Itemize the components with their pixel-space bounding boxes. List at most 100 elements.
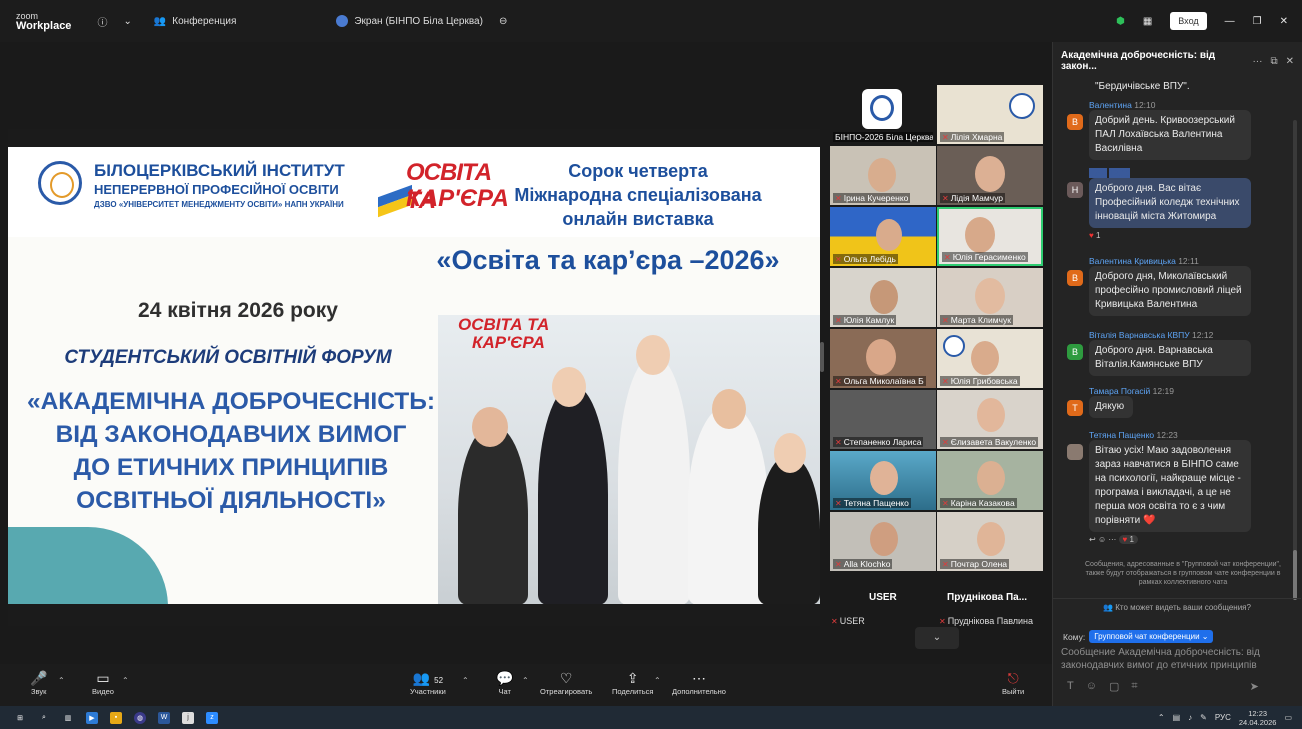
gallery-scroll-down-button[interactable]: ⌄ xyxy=(915,627,959,649)
video-tile[interactable]: ✕ Лідія Мамчур xyxy=(937,146,1043,205)
screenshot-icon[interactable]: ⌗ xyxy=(1131,680,1137,693)
zoom-app-icon[interactable]: z xyxy=(206,711,218,724)
user-tile-name[interactable]: ✕ USER xyxy=(831,616,865,626)
avatar: В xyxy=(1067,344,1083,360)
photos-app-icon[interactable]: ▪ xyxy=(110,711,122,724)
video-tile[interactable]: ✕ Ольга Миколаївна Б xyxy=(830,329,936,388)
video-tile[interactable]: ✕ Почтар Олена xyxy=(937,512,1043,571)
user-tile-name[interactable]: ✕ Пруднікова Павлина xyxy=(939,616,1033,626)
video-gallery: БІНПО-2026 Біла Церква ✕ Лілія Хмарна ✕ Ір… xyxy=(827,42,1052,664)
pen-icon[interactable]: ✎ xyxy=(1200,713,1207,722)
scrollbar-thumb[interactable] xyxy=(1293,550,1297,600)
chat-message-input[interactable]: Сообщение Академічна доброчесність: від … xyxy=(1061,646,1293,672)
chat-message[interactable]: Тетяна Пащенко 12:23 Вітаю усіх! Маю зад… xyxy=(1061,430,1291,544)
clock[interactable]: 12:23 24.04.2026 xyxy=(1239,709,1277,727)
video-tile[interactable]: ✕ Єлизавета Вакуленко xyxy=(937,390,1043,449)
logo-circle xyxy=(943,335,965,357)
mic-off-icon: ✕ xyxy=(835,377,842,386)
chat-scrollbar[interactable] xyxy=(1293,120,1297,600)
video-tile[interactable]: ✕ Ольга Лебідь xyxy=(830,207,936,266)
expo-line1: Сорок четверта xyxy=(568,161,708,181)
who-sees-link[interactable]: 👥 Кто может видеть ваши сообщения? xyxy=(1053,598,1301,612)
reaction[interactable]: ♥ 1 xyxy=(1118,535,1138,544)
chat-message[interactable]: Валентина Кривицька 12:11 В Доброго дня,… xyxy=(1061,256,1291,316)
browser-app-icon[interactable]: ◍ xyxy=(134,711,146,724)
video-tile[interactable]: ✕ Степаненко Лариса xyxy=(830,390,936,449)
message-actions[interactable]: ↩ ☺ ··· ♥ 1 xyxy=(1089,535,1291,544)
close-icon[interactable]: ✕ xyxy=(1286,56,1294,67)
chat-message[interactable]: Валентина 12:10 В Добрий день. Кривоозер… xyxy=(1061,100,1291,160)
video-tile[interactable]: ✕ Тетяна Пащенко xyxy=(830,451,936,510)
video-tile[interactable]: ✕ Каріна Казакова xyxy=(937,451,1043,510)
network-icon[interactable]: ▤ xyxy=(1173,713,1181,722)
shield-icon[interactable]: ⬢ xyxy=(1116,16,1125,27)
audio-button[interactable]: 🎤 Звук xyxy=(30,670,47,696)
more-button[interactable]: ⋯ Дополнительно xyxy=(672,670,726,696)
chat-button[interactable]: 💬 Чат xyxy=(496,670,513,696)
video-tile[interactable]: ✕ Юлія Камлук xyxy=(830,268,936,327)
reaction[interactable]: ♥ 1 xyxy=(1089,231,1291,240)
notes-app-icon[interactable]: j xyxy=(182,711,194,724)
video-tile[interactable]: ✕ Alla Klochko xyxy=(830,512,936,571)
popout-icon[interactable]: ⧉ xyxy=(1270,56,1277,67)
video-tile[interactable]: ✕ Ірина Кучеренко xyxy=(830,146,936,205)
avatar: В xyxy=(1067,270,1083,286)
video-tile[interactable]: БІНПО-2026 Біла Церква xyxy=(830,85,936,144)
react-button[interactable]: ♡ Отреагировать xyxy=(540,670,592,696)
chat-options-caret[interactable]: ⌃ xyxy=(522,676,529,685)
volume-icon[interactable]: ♪ xyxy=(1188,713,1192,722)
chevron-up-icon[interactable]: ⌃ xyxy=(1158,713,1165,722)
maximize-icon[interactable]: ❐ xyxy=(1253,16,1262,27)
notifications-icon[interactable]: ▭ xyxy=(1284,713,1292,722)
chat-message[interactable]: ПАЛ 12:10 Н Доброго дня. Вас вітає Профе… xyxy=(1061,168,1291,240)
send-icon[interactable]: ➤ xyxy=(1250,680,1259,693)
more-options-icon[interactable]: ⊖ xyxy=(499,16,507,27)
video-options-caret[interactable]: ⌃ xyxy=(122,676,129,685)
shared-screen-area: БІЛОЦЕРКІВСЬКИЙ ІНСТИТУТ НЕПЕРЕРВНОЇ ПРО… xyxy=(0,42,827,664)
info-button[interactable]: ⓘ ⌄ xyxy=(97,14,131,29)
video-tile[interactable]: ✕ Юлія Грибовська xyxy=(937,329,1043,388)
emoji-icon[interactable]: ☺ xyxy=(1098,535,1106,544)
screen-tab[interactable]: Экран (БІНПО Біла Церква) ⊖ xyxy=(336,15,507,27)
meeting-toolbar: 🎤 Звук ⌃ ▭ Видео ⌃ 👥 52 Участники ⌃ 💬 Ча… xyxy=(0,664,1052,706)
task-view-icon[interactable]: ▥ xyxy=(62,712,74,724)
recipient-dropdown[interactable]: Групповой чат конференции ⌄ xyxy=(1089,630,1214,643)
text-format-icon[interactable]: T xyxy=(1067,680,1074,693)
chat-message[interactable]: "Бердичівське ВПУ". xyxy=(1061,80,1291,98)
participants-options-caret[interactable]: ⌃ xyxy=(462,676,469,685)
view-icon[interactable]: ▦ xyxy=(1143,16,1152,27)
reply-icon[interactable]: ↩ xyxy=(1089,535,1096,544)
video-tile[interactable]: ✕ Лілія Хмарна xyxy=(937,85,1043,144)
audio-options-caret[interactable]: ⌃ xyxy=(58,676,65,685)
chat-message[interactable]: Віталія Варнавська КВПУ 12:12 В Доброго … xyxy=(1061,330,1291,376)
search-icon[interactable]: ⌕ xyxy=(38,712,50,724)
chat-message[interactable]: Тамара Погасій 12:19 Т Дякую xyxy=(1061,386,1291,418)
video-button[interactable]: ▭ Видео xyxy=(92,670,114,696)
share-button[interactable]: ⇪ Поделиться xyxy=(612,670,653,696)
zoom-window: zoom Workplace ⓘ ⌄ 👥 Конференция Экран (… xyxy=(0,0,1302,729)
word-app-icon[interactable]: W xyxy=(158,711,170,724)
language-indicator[interactable]: РУС xyxy=(1215,713,1231,722)
video-tile[interactable]: ✕ Марта Климчук xyxy=(937,268,1043,327)
leave-button[interactable]: ⎋ Выйти xyxy=(1002,670,1024,696)
more-icon: ⋯ xyxy=(691,670,706,686)
media-app-icon[interactable]: ▶ xyxy=(86,711,98,724)
meeting-tab[interactable]: 👥 Конференция xyxy=(154,16,237,27)
splitter-handle[interactable] xyxy=(820,342,824,372)
more-icon[interactable]: ··· xyxy=(1252,56,1262,67)
avatar xyxy=(1067,444,1083,460)
video-tile[interactable]: ✕ Юлія Герасименко xyxy=(937,207,1043,266)
emoji-icon[interactable]: ☺ xyxy=(1086,680,1097,693)
signin-button[interactable]: Вход xyxy=(1170,12,1207,30)
participant-face xyxy=(971,341,999,375)
minimize-icon[interactable]: — xyxy=(1225,16,1235,27)
participant-face xyxy=(870,522,898,556)
participants-button[interactable]: 👥 52 Участники xyxy=(410,670,446,696)
close-icon[interactable]: ✕ xyxy=(1280,16,1288,27)
share-options-caret[interactable]: ⌃ xyxy=(654,676,661,685)
windows-start-icon[interactable]: ⊞ xyxy=(14,712,26,724)
clock-time: 12:23 xyxy=(1248,708,1268,718)
file-icon[interactable]: ▢ xyxy=(1109,680,1119,693)
face-1 xyxy=(472,407,508,447)
message-sender: Валентина 12:10 xyxy=(1089,100,1156,110)
